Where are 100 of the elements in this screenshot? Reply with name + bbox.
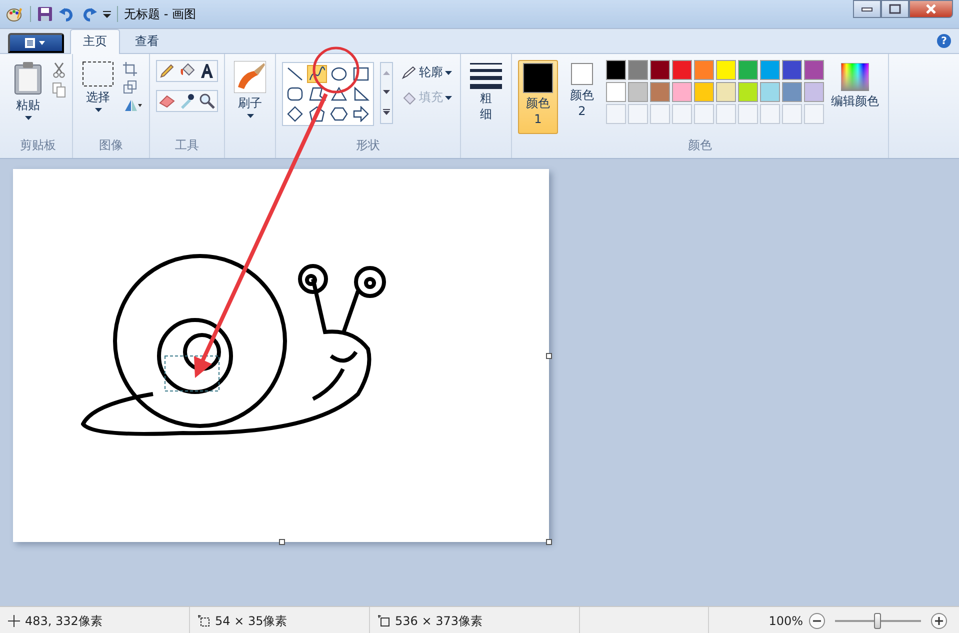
caret-icon [445, 70, 452, 74]
color-swatch[interactable] [694, 60, 714, 80]
color-picker-icon[interactable] [179, 93, 195, 109]
outline-button[interactable]: 轮廓 [399, 62, 454, 83]
empty-color-slot[interactable] [804, 104, 824, 124]
triangle-shape-icon [330, 86, 348, 102]
magnifier-icon[interactable] [199, 93, 215, 109]
color-swatch[interactable] [650, 60, 670, 80]
empty-color-slot[interactable] [716, 104, 736, 124]
expand-gallery-icon [383, 109, 390, 116]
color-swatch[interactable] [694, 82, 714, 102]
color-swatch[interactable] [760, 82, 780, 102]
shape-button[interactable] [307, 85, 327, 103]
cut-icon[interactable] [52, 62, 66, 78]
paint-palette-icon[interactable] [6, 6, 24, 22]
image-size-icon [378, 615, 390, 627]
eraser-icon[interactable] [159, 94, 175, 108]
zoom-in-button[interactable] [931, 613, 947, 629]
color-swatch[interactable] [782, 82, 802, 102]
pencil-icon [401, 66, 417, 80]
line-widths-icon [470, 61, 502, 89]
pencil-icon[interactable] [159, 63, 175, 79]
shape-button[interactable] [285, 105, 305, 123]
color-swatch[interactable] [760, 60, 780, 80]
undo-icon[interactable] [59, 6, 75, 22]
selection-rectangle[interactable] [163, 354, 221, 393]
color-slot-button[interactable]: 颜色 1 [518, 60, 558, 134]
empty-color-slot[interactable] [782, 104, 802, 124]
resize-handle[interactable] [279, 539, 285, 545]
resize-handle[interactable] [546, 539, 552, 545]
shape-button[interactable] [351, 105, 371, 123]
edit-colors-button[interactable]: 编辑颜色 [828, 60, 882, 113]
drawing-canvas[interactable] [13, 169, 549, 542]
empty-color-slot[interactable] [760, 104, 780, 124]
color-swatch[interactable] [672, 60, 692, 80]
color-spectrum-icon [841, 63, 869, 91]
empty-color-slot[interactable] [628, 104, 648, 124]
zoom-out-button[interactable] [809, 613, 825, 629]
crop-icon[interactable] [123, 62, 137, 76]
rounded-rectangle-shape-icon [286, 86, 304, 102]
selection-size: 54 × 35像素 [215, 612, 288, 630]
document-menu-icon [24, 37, 48, 49]
color-swatch[interactable] [672, 82, 692, 102]
shape-button[interactable] [351, 65, 371, 83]
color-swatch[interactable] [628, 60, 648, 80]
curve-shape-icon [308, 66, 326, 82]
file-menu-button[interactable] [8, 33, 64, 53]
text-tool-icon[interactable] [199, 63, 215, 79]
shape-button[interactable] [307, 105, 327, 123]
rectangle-shape-icon [352, 66, 370, 82]
color-swatch[interactable] [606, 60, 626, 80]
hexagon-shape-icon [330, 106, 348, 122]
pentagon-shape-icon [308, 106, 326, 122]
selection-size-icon [198, 615, 210, 627]
color-swatch[interactable] [782, 60, 802, 80]
polygon-shape-icon [308, 86, 326, 102]
maximize-button[interactable] [881, 0, 909, 18]
empty-color-slot[interactable] [606, 104, 626, 124]
color-swatch[interactable] [650, 82, 670, 102]
ribbon-tab[interactable]: 主页 [70, 29, 120, 54]
paste-button[interactable]: 粘贴 [10, 58, 46, 123]
help-button[interactable]: ? [937, 34, 951, 48]
color-swatch[interactable] [738, 82, 758, 102]
color-swatch[interactable] [716, 60, 736, 80]
shape-button[interactable] [329, 85, 349, 103]
empty-color-slot[interactable] [650, 104, 670, 124]
brushes-button[interactable]: 刷子 [231, 58, 269, 121]
zoom-slider-thumb[interactable] [874, 613, 881, 629]
resize-icon[interactable] [123, 80, 137, 94]
save-icon[interactable] [37, 6, 53, 22]
shape-button[interactable] [329, 65, 349, 83]
cursor-position: 483, 332像素 [25, 612, 102, 630]
window-title: 无标题 - 画图 [124, 6, 196, 22]
color-swatch[interactable] [804, 82, 824, 102]
group-label: 形状 [355, 137, 381, 154]
shape-button[interactable] [329, 105, 349, 123]
color-swatch[interactable] [804, 60, 824, 80]
minimize-button[interactable] [853, 0, 881, 18]
shapes-scrollbar[interactable] [380, 62, 393, 124]
color-swatch[interactable] [628, 82, 648, 102]
empty-color-slot[interactable] [738, 104, 758, 124]
color-swatch[interactable] [606, 82, 626, 102]
copy-icon[interactable] [52, 82, 66, 98]
redo-icon[interactable] [81, 6, 97, 22]
close-button[interactable] [909, 0, 953, 18]
ribbon-tab[interactable]: 查看 [122, 29, 172, 53]
annotation-circle [312, 46, 360, 94]
color-slot-button[interactable]: 颜色 2 [562, 60, 602, 134]
select-button[interactable]: 选择 [79, 58, 117, 115]
shape-button[interactable] [285, 65, 305, 83]
resize-handle[interactable] [546, 353, 552, 359]
group-label: 颜色 [687, 137, 713, 154]
rotate-icon[interactable] [123, 98, 143, 112]
shape-button[interactable] [285, 85, 305, 103]
color-swatch[interactable] [716, 82, 736, 102]
empty-color-slot[interactable] [694, 104, 714, 124]
size-button[interactable]: 粗细 [467, 58, 505, 126]
color-swatch[interactable] [738, 60, 758, 80]
dropdown-caret-icon[interactable] [103, 10, 111, 18]
empty-color-slot[interactable] [672, 104, 692, 124]
